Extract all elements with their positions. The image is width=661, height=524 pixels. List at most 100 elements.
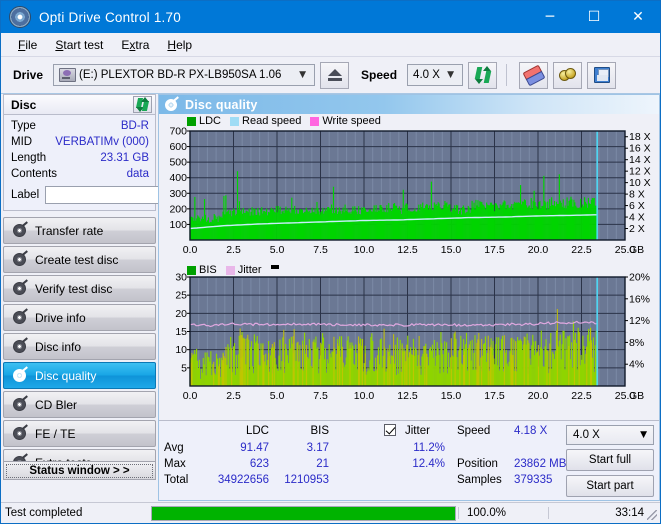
disc-row-value: BD-R [120, 120, 149, 132]
svg-text:7.5: 7.5 [313, 390, 328, 402]
position-key: Position [457, 458, 498, 470]
svg-text:2.5: 2.5 [226, 390, 241, 402]
save-icon [593, 67, 610, 83]
svg-text:GB: GB [629, 244, 644, 256]
status-window-button-label: Status window > > [6, 463, 153, 478]
svg-text:600: 600 [169, 141, 187, 153]
sidebar-item-cd-bler[interactable]: CD Bler [3, 391, 156, 418]
scan-button[interactable] [553, 61, 583, 89]
svg-text:5.0: 5.0 [270, 244, 285, 256]
disc-icon [11, 427, 28, 440]
legend-item-write-speed: Write speed [310, 115, 381, 127]
maximize-icon[interactable]: ☐ [572, 1, 616, 33]
menu-file[interactable]: FFileile [9, 35, 46, 55]
close-icon[interactable]: ✕ [616, 1, 660, 33]
stats-total-bis: 1210953 [284, 474, 329, 486]
progress-percent: 100.0% [458, 507, 548, 519]
svg-text:15: 15 [175, 326, 187, 338]
sidebar-item-verify-test-disc[interactable]: Verify test disc [3, 275, 156, 302]
ldc-chart-legend: LDC Read speed Write speed [187, 115, 386, 127]
sidebar-item-disc-quality[interactable]: Disc quality [3, 362, 156, 389]
disc-row-type: Type BD-R [11, 118, 149, 134]
drive-icon [59, 68, 77, 82]
minimize-icon[interactable]: ─ [528, 1, 572, 33]
disc-quality-panel: Disc quality LDC Read speed Write speed [158, 94, 660, 501]
svg-text:10.0: 10.0 [354, 244, 375, 256]
svg-text:100: 100 [169, 219, 187, 231]
window-controls: ─ ☐ ✕ [528, 1, 660, 33]
svg-text:700: 700 [169, 126, 187, 138]
svg-text:20%: 20% [629, 272, 650, 284]
sidebar-item-transfer-rate[interactable]: Transfer rate [3, 217, 156, 244]
sidebar-item-label: FE / TE [35, 426, 76, 441]
drive-select-value: (E:) PLEXTOR BD-R PX-LB950SA 1.06 [79, 69, 282, 81]
stats-header-bis: BIS [310, 425, 329, 437]
jitter-checkbox[interactable] [384, 424, 396, 436]
svg-text:500: 500 [169, 157, 187, 169]
svg-text:20: 20 [175, 308, 187, 320]
stats-max-jitter: 12.4% [412, 458, 445, 470]
legend-swatch [310, 116, 320, 126]
disc-row-mid: MID VERBATIMv (000) [11, 134, 149, 150]
erase-button[interactable] [519, 61, 549, 89]
stats-total-ldc: 34922656 [217, 474, 269, 486]
ldc-chart-svg: 100 200 300 400 500 600 700 2 X4 X6 X8 X10 X12 … [169, 126, 650, 257]
disc-panel-header: Disc [3, 94, 156, 115]
start-part-button[interactable]: Start part [566, 475, 654, 497]
sidebar: Disc Type BD-R MID VERBATIMv (000) Lengt… [3, 94, 217, 501]
disc-row-contents: Contents data [11, 166, 149, 182]
svg-text:400: 400 [169, 172, 187, 184]
svg-text:200: 200 [169, 203, 187, 215]
disc-icon [11, 224, 28, 237]
svg-text:10.0: 10.0 [354, 390, 375, 402]
legend-label: LDC [199, 115, 222, 127]
disc-row-value: data [126, 168, 149, 180]
svg-text:4 X: 4 X [629, 212, 645, 224]
toolbar-divider [506, 64, 508, 86]
progress-bar [151, 505, 456, 521]
resize-grip-icon[interactable] [647, 510, 657, 520]
menu-help[interactable]: Help [158, 35, 201, 55]
disc-row-value: 23.31 GB [100, 152, 149, 164]
disc-row-key: Length [11, 152, 47, 164]
eject-button[interactable] [320, 61, 350, 89]
svg-text:20.0: 20.0 [528, 390, 549, 402]
speed-select-value: 4.0 X [413, 69, 440, 81]
refresh-button[interactable] [468, 61, 498, 89]
disc-quality-icon [165, 98, 177, 111]
svg-text:20.0: 20.0 [528, 244, 549, 256]
stats-row-label-total: Total [164, 474, 189, 486]
samples-value: 379335 [514, 474, 553, 486]
svg-text:8 X: 8 X [629, 189, 645, 201]
drive-select[interactable]: (E:) PLEXTOR BD-R PX-LB950SA 1.06 ▼ [53, 64, 316, 86]
legend-label: Jitter [237, 264, 262, 276]
result-speed-select[interactable]: 4.0 X ▼ [566, 425, 654, 445]
start-full-button[interactable]: Start full [566, 449, 654, 471]
sidebar-item-fe-te[interactable]: FE / TE [3, 420, 156, 447]
refresh-icon [135, 97, 150, 112]
svg-text:5: 5 [181, 362, 187, 374]
svg-text:2.5: 2.5 [226, 244, 241, 256]
save-button[interactable] [587, 61, 617, 89]
speed-label: Speed [361, 68, 398, 82]
stats-row-label-avg: Avg [164, 442, 184, 454]
svg-text:12%: 12% [629, 315, 650, 327]
sidebar-item-create-test-disc[interactable]: Create test disc [3, 246, 156, 273]
svg-text:2 X: 2 X [629, 223, 645, 235]
disc-row-length: Length 23.31 GB [11, 150, 149, 166]
disc-icon [11, 340, 28, 353]
disc-refresh-button[interactable] [133, 96, 152, 113]
disc-row-value: VERBATIMv (000) [55, 136, 149, 148]
status-window-button[interactable]: Status window > > [3, 461, 156, 480]
sidebar-item-disc-info[interactable]: Disc info [3, 333, 156, 360]
disc-panel-title: Disc [11, 97, 37, 112]
legend-swatch [225, 265, 235, 275]
menu-extra[interactable]: Extra [112, 35, 158, 55]
legend-label: Read speed [242, 115, 302, 127]
stats-max-bis: 21 [316, 458, 329, 470]
sidebar-item-drive-info[interactable]: Drive info [3, 304, 156, 331]
menu-start-test[interactable]: Start test [46, 35, 112, 55]
svg-text:17.5: 17.5 [484, 244, 505, 256]
legend-swatch [230, 116, 240, 126]
speed-select[interactable]: 4.0 X ▼ [407, 64, 464, 86]
